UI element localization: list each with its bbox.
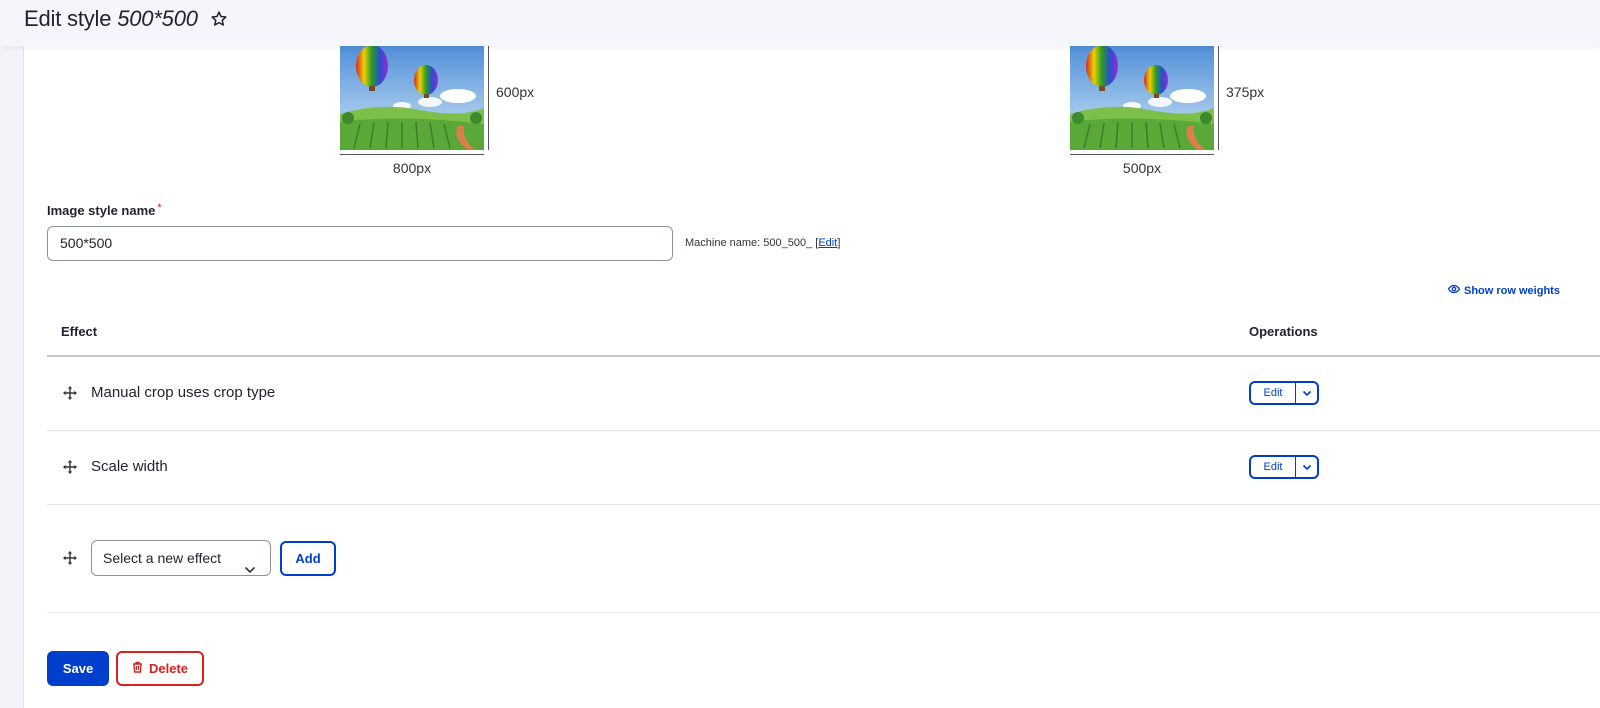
effect-label: Scale width <box>91 458 168 475</box>
main-content: 600px 800px 375px 500px Image style name… <box>23 0 1600 708</box>
save-button[interactable]: Save <box>47 651 109 686</box>
show-row-weights-button[interactable]: Show row weights <box>1447 283 1560 298</box>
image-style-name-label-text: Image style name <box>47 203 156 218</box>
new-effect-select[interactable]: Select a new effect <box>91 540 271 576</box>
delete-button-label: Delete <box>148 661 189 676</box>
delete-button[interactable]: Delete <box>116 651 204 686</box>
required-marker: * <box>157 202 162 214</box>
page-title: Edit style 500*500 <box>24 6 228 34</box>
eye-icon <box>1447 283 1461 298</box>
new-effect-select-value: Select a new effect <box>103 550 222 566</box>
edit-dropbutton: Edit <box>1249 455 1319 479</box>
page-title-prefix: Edit style <box>24 6 112 31</box>
original-height-label: 600px <box>496 84 535 100</box>
machine-name-text: Machine name: 500_500_ <box>685 237 813 249</box>
effect-column-header: Effect <box>61 324 98 339</box>
balloon-landscape-image <box>1070 44 1214 150</box>
chevron-down-icon[interactable] <box>1296 457 1317 477</box>
operations-column-header: Operations <box>1249 324 1318 339</box>
drag-handle-icon[interactable] <box>63 551 77 570</box>
page-header: Edit style 500*500 <box>0 0 1600 46</box>
table-row: Scale width Edit <box>47 431 1600 505</box>
chevron-down-icon[interactable] <box>1296 383 1317 403</box>
add-effect-button[interactable]: Add <box>280 541 336 576</box>
derivative-width-label: 500px <box>1122 160 1162 176</box>
effect-label: Manual crop uses crop type <box>91 384 276 401</box>
drag-handle-icon[interactable] <box>63 386 77 405</box>
trash-icon <box>132 661 143 676</box>
edit-button[interactable]: Edit <box>1251 457 1295 477</box>
page-title-style-name: 500*500 <box>117 6 198 31</box>
image-style-name-input[interactable]: 500*500 <box>47 226 673 261</box>
effects-table-header: Effect Operations <box>47 312 1600 357</box>
derivative-height-label: 375px <box>1226 84 1265 100</box>
machine-name-bracket-close: ] <box>837 237 841 249</box>
original-width-label: 800px <box>392 160 432 176</box>
show-row-weights-label: Show row weights <box>1464 284 1560 297</box>
star-icon[interactable] <box>210 8 228 34</box>
machine-name: Machine name: 500_500_ [Edit] <box>685 237 840 249</box>
drag-handle-icon[interactable] <box>63 460 77 479</box>
machine-name-edit-link[interactable]: Edit <box>818 237 837 249</box>
balloon-landscape-image <box>340 44 484 150</box>
edit-button[interactable]: Edit <box>1251 383 1295 403</box>
chevron-down-icon <box>244 553 256 587</box>
image-style-name-label: Image style name * <box>47 202 162 218</box>
table-row: Manual crop uses crop type Edit <box>47 357 1600 431</box>
edit-dropbutton: Edit <box>1249 381 1319 405</box>
